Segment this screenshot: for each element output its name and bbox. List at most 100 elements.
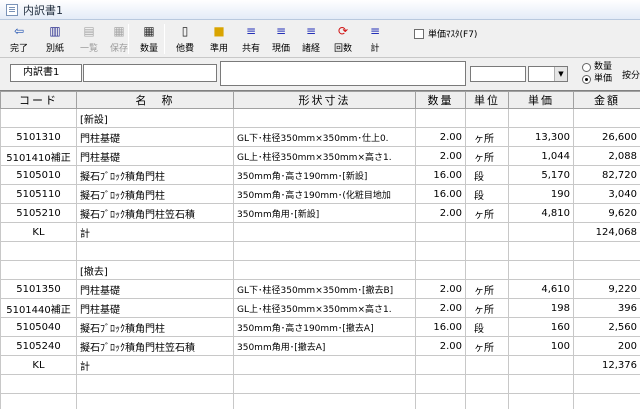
table-cell[interactable]: 200 xyxy=(573,336,640,356)
toolbar-button-7[interactable]: ≡ 共有 xyxy=(236,23,266,56)
radio-dot[interactable] xyxy=(582,74,591,84)
table-cell[interactable]: 5105110 xyxy=(0,184,77,204)
column-header[interactable]: 単位 xyxy=(465,91,509,109)
table-cell[interactable]: 5,170 xyxy=(508,165,574,185)
table-cell[interactable] xyxy=(233,393,416,409)
table-cell[interactable]: GL上･柱径350mm×350mm×高さ1. xyxy=(233,298,416,318)
table-row[interactable]: 5105010 擬石ﾌﾞﾛｯｸ積角門柱 350mm角･高さ190mm･[新設] 16.… xyxy=(0,165,640,185)
table-cell[interactable] xyxy=(415,355,466,375)
table-cell[interactable] xyxy=(508,374,574,394)
table-cell[interactable] xyxy=(233,222,416,242)
table-cell[interactable]: 門柱基礎 xyxy=(76,127,234,147)
table-cell[interactable] xyxy=(573,393,640,409)
radio-option[interactable]: 数量 xyxy=(582,61,612,73)
table-cell[interactable]: ヶ所 xyxy=(465,336,509,356)
name-field[interactable] xyxy=(83,64,217,82)
radio-dot[interactable] xyxy=(582,62,591,72)
table-cell[interactable]: 5101310 xyxy=(0,127,77,147)
table-cell[interactable] xyxy=(465,355,509,375)
table-cell[interactable] xyxy=(573,108,640,128)
table-cell[interactable] xyxy=(415,222,466,242)
table-cell[interactable]: 門柱基礎 xyxy=(76,279,234,299)
table-row[interactable]: 5105040 擬石ﾌﾞﾛｯｸ積角門柱 350mm角･高さ190mm･[撤去A] 16… xyxy=(0,317,640,337)
table-cell[interactable] xyxy=(508,355,574,375)
table-cell[interactable] xyxy=(0,374,77,394)
table-row[interactable]: 5105110 擬石ﾌﾞﾛｯｸ積角門柱 350mm角･高さ190mm･(化粧目地加 1… xyxy=(0,184,640,204)
table-cell[interactable]: 2.00 xyxy=(415,298,466,318)
table-cell[interactable]: 350mm角･高さ190mm･[新設] xyxy=(233,165,416,185)
table-cell[interactable]: [撤去] xyxy=(76,260,234,280)
table-cell[interactable]: ヶ所 xyxy=(465,146,509,166)
toolbar-button-11[interactable]: ≡ 計 xyxy=(360,23,390,56)
table-cell[interactable]: GL下･柱径350mm×350mm･[撤去B] xyxy=(233,279,416,299)
table-cell[interactable]: 5101350 xyxy=(0,279,77,299)
table-cell[interactable]: 350mm角用･[撤去A] xyxy=(233,336,416,356)
column-header[interactable]: 名 称 xyxy=(76,91,234,109)
table-row[interactable]: 5101440補正 門柱基礎 GL上･柱径350mm×350mm×高さ1. 2.00 ヶ… xyxy=(0,298,640,318)
table-cell[interactable]: 396 xyxy=(573,298,640,318)
tanka-master-checkbox[interactable]: 単価ﾏｽﾀ(F7) xyxy=(414,27,477,40)
table-cell[interactable]: 門柱基礎 xyxy=(76,146,234,166)
unit-dropdown[interactable]: ▼ xyxy=(528,66,568,82)
table-cell[interactable] xyxy=(573,260,640,280)
table-cell[interactable]: 9,620 xyxy=(573,203,640,223)
table-cell[interactable] xyxy=(465,222,509,242)
table-cell[interactable] xyxy=(508,222,574,242)
table-cell[interactable] xyxy=(415,374,466,394)
table-cell[interactable] xyxy=(0,108,77,128)
table-cell[interactable]: ヶ所 xyxy=(465,279,509,299)
column-header[interactable]: 形状寸法 xyxy=(233,91,416,109)
chevron-down-icon[interactable]: ▼ xyxy=(554,67,567,81)
table-cell[interactable]: ヶ所 xyxy=(465,127,509,147)
table-cell[interactable] xyxy=(573,241,640,261)
toolbar-button-4[interactable]: ▦ 数量 xyxy=(134,23,164,56)
column-header[interactable]: コード xyxy=(0,91,77,109)
table-cell[interactable]: 1,044 xyxy=(508,146,574,166)
table-cell[interactable]: 段 xyxy=(465,317,509,337)
toolbar-button-3[interactable]: ▦ 保存 xyxy=(104,23,134,56)
table-cell[interactable]: 計 xyxy=(76,355,234,375)
table-cell[interactable]: KL xyxy=(0,222,77,242)
table-cell[interactable] xyxy=(415,393,466,409)
table-cell[interactable]: 2.00 xyxy=(415,279,466,299)
table-row[interactable] xyxy=(0,241,640,261)
table-cell[interactable] xyxy=(76,393,234,409)
column-header[interactable]: 単価 xyxy=(508,91,574,109)
table-row[interactable] xyxy=(0,374,640,394)
table-cell[interactable]: 13,300 xyxy=(508,127,574,147)
column-header[interactable]: 金額 xyxy=(573,91,640,109)
table-cell[interactable]: 計 xyxy=(76,222,234,242)
radio-option[interactable]: 単価 xyxy=(582,73,612,85)
table-cell[interactable]: 段 xyxy=(465,165,509,185)
table-cell[interactable] xyxy=(508,393,574,409)
toolbar-button-5[interactable]: ▯ 他費 xyxy=(170,23,200,56)
table-cell[interactable] xyxy=(0,393,77,409)
table-cell[interactable]: 擬石ﾌﾞﾛｯｸ積角門柱 xyxy=(76,165,234,185)
table-cell[interactable]: 5101410補正 xyxy=(0,146,77,166)
table-row[interactable]: [撤去] xyxy=(0,260,640,280)
table-cell[interactable]: 2.00 xyxy=(415,146,466,166)
table-cell[interactable]: 門柱基礎 xyxy=(76,298,234,318)
toolbar-button-0[interactable]: ⇦ 完了 xyxy=(4,23,34,56)
table-cell[interactable] xyxy=(233,355,416,375)
table-cell[interactable] xyxy=(0,260,77,280)
table-cell[interactable]: KL xyxy=(0,355,77,375)
table-cell[interactable]: 2.00 xyxy=(415,203,466,223)
table-cell[interactable] xyxy=(465,241,509,261)
table-cell[interactable]: 350mm角用･[新設] xyxy=(233,203,416,223)
table-row[interactable]: 5101350 門柱基礎 GL下･柱径350mm×350mm･[撤去B] 2.00 ヶ所… xyxy=(0,279,640,299)
table-cell[interactable]: 100 xyxy=(508,336,574,356)
table-cell[interactable] xyxy=(233,241,416,261)
table-cell[interactable]: 2,560 xyxy=(573,317,640,337)
table-cell[interactable]: 12,376 xyxy=(573,355,640,375)
toolbar-button-8[interactable]: ≡ 現価 xyxy=(266,23,296,56)
table-cell[interactable]: 擬石ﾌﾞﾛｯｸ積角門柱笠石積 xyxy=(76,203,234,223)
table-cell[interactable]: 5105240 xyxy=(0,336,77,356)
table-cell[interactable]: 16.00 xyxy=(415,317,466,337)
table-cell[interactable]: 2,088 xyxy=(573,146,640,166)
table-cell[interactable]: 190 xyxy=(508,184,574,204)
table-cell[interactable]: 5105010 xyxy=(0,165,77,185)
table-cell[interactable] xyxy=(465,108,509,128)
table-cell[interactable]: GL上･柱径350mm×350mm×高さ1. xyxy=(233,146,416,166)
checkbox-box[interactable] xyxy=(414,28,424,39)
